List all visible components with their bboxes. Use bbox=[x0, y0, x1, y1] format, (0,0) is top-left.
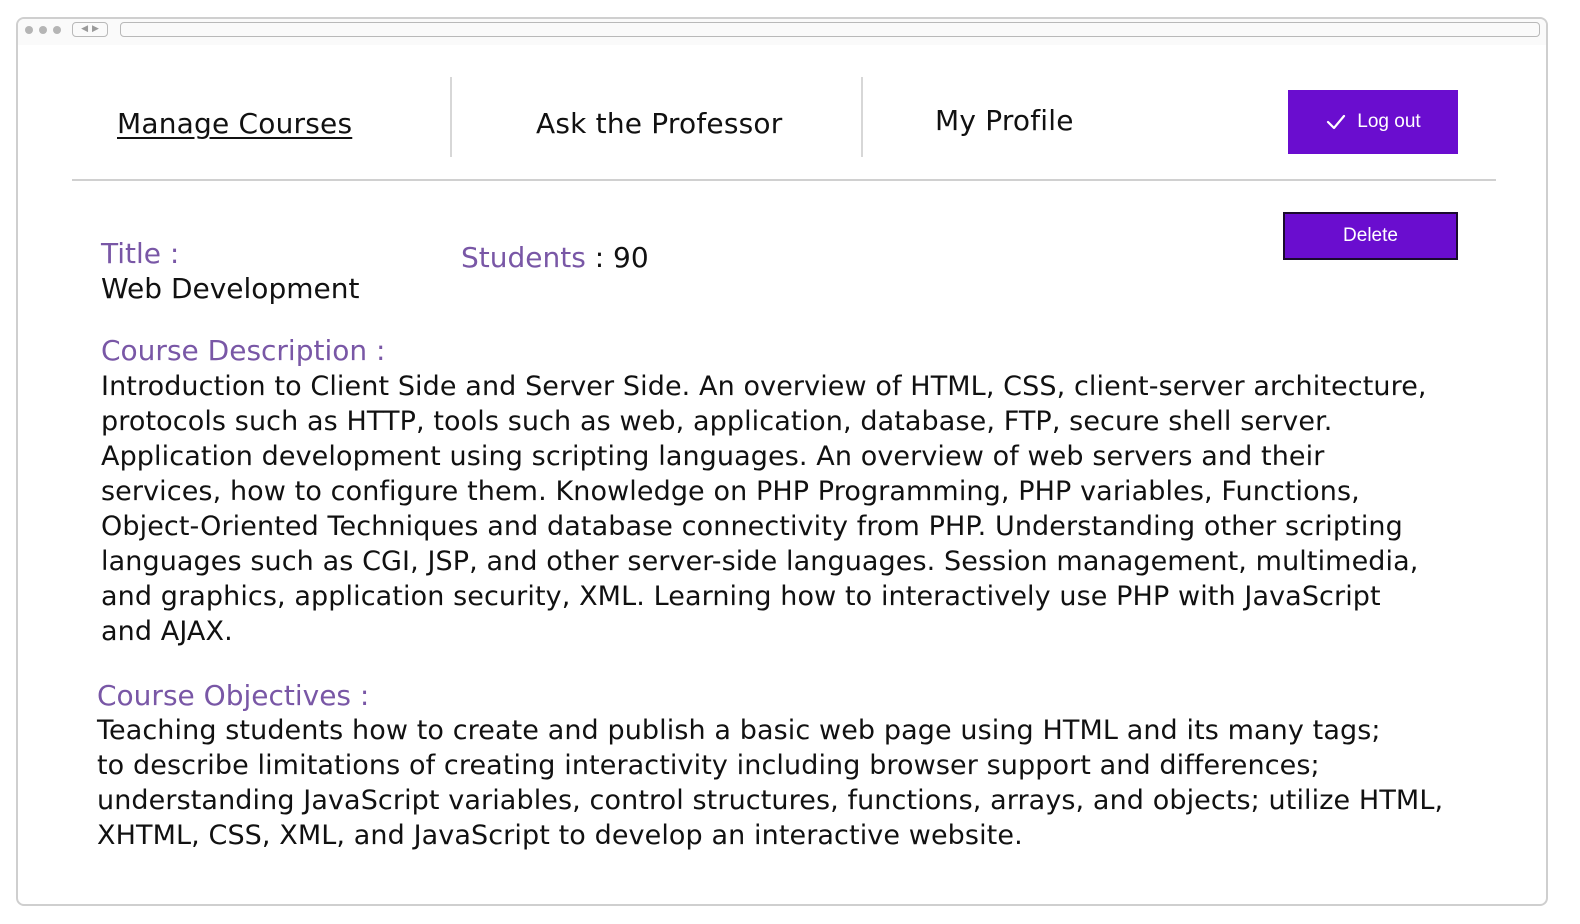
browser-chrome: ◀ ▶ bbox=[18, 19, 1546, 45]
course-description: Introduction to Client Side and Server S… bbox=[101, 371, 1427, 647]
students-label: Students bbox=[461, 241, 586, 274]
logout-label: Log out bbox=[1357, 111, 1421, 132]
objectives-label: Course Objectives : bbox=[97, 679, 370, 712]
check-icon bbox=[1327, 114, 1346, 130]
delete-button[interactable]: Delete bbox=[1283, 212, 1458, 260]
window-dot-icon[interactable] bbox=[53, 26, 61, 34]
nav-divider bbox=[861, 77, 863, 157]
forward-arrow-icon[interactable]: ▶ bbox=[92, 25, 99, 34]
title-label: Title : bbox=[101, 237, 180, 270]
back-arrow-icon[interactable]: ◀ bbox=[81, 25, 88, 34]
nav-ask-professor[interactable]: Ask the Professor bbox=[536, 107, 782, 140]
logout-button[interactable]: Log out bbox=[1288, 90, 1458, 154]
browser-window: ◀ ▶ Manage Courses Ask the Professor My … bbox=[16, 17, 1548, 906]
students-separator: : bbox=[585, 241, 614, 274]
nav-my-profile[interactable]: My Profile bbox=[935, 104, 1074, 137]
back-forward-buttons[interactable]: ◀ ▶ bbox=[72, 22, 108, 37]
students-value: 90 bbox=[613, 241, 649, 274]
window-controls bbox=[25, 26, 61, 34]
nav-divider bbox=[450, 77, 452, 157]
nav-manage-courses[interactable]: Manage Courses bbox=[117, 107, 352, 140]
header-divider bbox=[72, 179, 1496, 181]
window-dot-icon[interactable] bbox=[25, 26, 33, 34]
address-bar[interactable] bbox=[120, 22, 1540, 37]
delete-label: Delete bbox=[1343, 225, 1398, 246]
window-dot-icon[interactable] bbox=[39, 26, 47, 34]
students-count-row: Students : 90 bbox=[461, 241, 649, 274]
course-title: Web Development bbox=[101, 272, 360, 305]
description-label: Course Description : bbox=[101, 334, 386, 367]
course-objectives: Teaching students how to create and publ… bbox=[97, 715, 1444, 851]
